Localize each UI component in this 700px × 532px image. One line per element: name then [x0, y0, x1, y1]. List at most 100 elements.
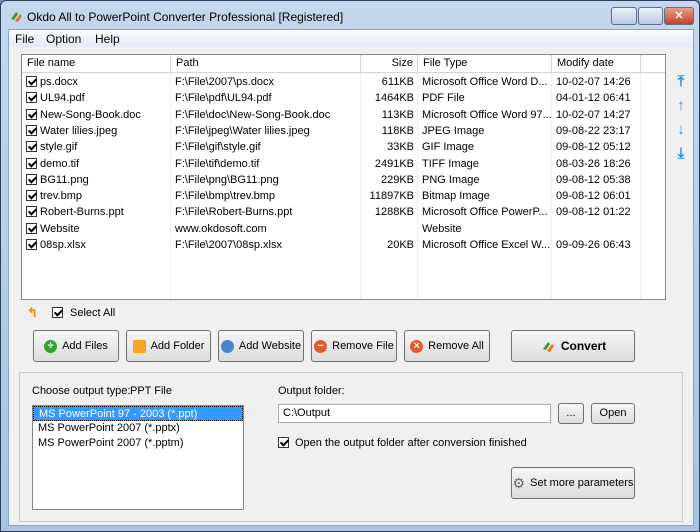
row-checkbox[interactable]	[26, 173, 37, 185]
output-type-option[interactable]: MS PowerPoint 2007 (*.pptx)	[33, 421, 243, 436]
cell-file-name[interactable]: Website	[22, 221, 171, 237]
table-row[interactable]: Website www.okdosoft.com Website	[22, 221, 665, 237]
remove-all-button[interactable]: × Remove All	[404, 330, 490, 362]
cell-path: F:\File\gif\style.gif	[175, 141, 261, 154]
menu-option[interactable]: Option	[46, 32, 81, 46]
add-files-button[interactable]: + Add Files	[33, 330, 119, 362]
cell-size: 229KB	[380, 173, 414, 186]
cell-size: 611KB	[381, 76, 414, 88]
cell-file-name[interactable]: trev.bmp	[22, 188, 171, 204]
output-type-option[interactable]: MS PowerPoint 2007 (*.pptm)	[33, 436, 243, 451]
move-up-icon[interactable]: ↑	[675, 98, 687, 114]
row-checkbox[interactable]	[26, 108, 37, 120]
cell-file-name[interactable]: style.gif	[22, 139, 171, 155]
row-checkbox[interactable]	[26, 206, 37, 218]
gear-icon: ⚙	[512, 474, 526, 491]
table-row[interactable]: 08sp.xlsx F:\File\2007\08sp.xlsx 20KB Micro…	[22, 237, 665, 253]
cell-file-name[interactable]: New-Song-Book.doc	[22, 107, 171, 123]
move-top-icon[interactable]: ⤒	[675, 74, 687, 90]
output-type-value: PPT File	[130, 385, 172, 397]
cell-file-name[interactable]: BG11.png	[22, 172, 171, 188]
cell-file-name[interactable]: Water lilies.jpeg	[22, 123, 171, 139]
row-checkbox[interactable]	[26, 190, 37, 202]
col-modify-date[interactable]: Modify date	[552, 55, 641, 73]
remove-file-button[interactable]: − Remove File	[311, 330, 397, 362]
file-table[interactable]: File name Path Size File Type Modify dat…	[21, 54, 666, 300]
table-row[interactable]: trev.bmp F:\File\bmp\trev.bmp 11897KB Bitma…	[22, 188, 665, 204]
cell-size: 11897KB	[369, 190, 414, 203]
browse-button[interactable]: ...	[558, 403, 584, 424]
cell-file-name[interactable]: ps.docx	[22, 74, 171, 90]
cell-size: 2491KB	[374, 157, 414, 170]
cell-size: 1464KB	[374, 92, 414, 105]
cell-modify-date: 09-08-22 23:17	[556, 124, 631, 137]
cell-file-type: PDF File	[422, 92, 465, 105]
window-title: Okdo All to PowerPoint Converter Profess…	[27, 10, 344, 24]
up-level-icon[interactable]: ↰	[27, 305, 38, 321]
plus-icon: +	[44, 339, 58, 353]
row-checkbox[interactable]	[26, 222, 37, 234]
minus-icon: −	[314, 339, 328, 353]
cell-path: F:\File\2007\ps.docx	[175, 76, 275, 88]
table-row[interactable]: New-Song-Book.doc F:\File\doc\New-Song-Bo…	[22, 107, 665, 123]
app-logo-icon	[11, 12, 22, 22]
menu-help[interactable]: Help	[95, 32, 120, 46]
open-after-checkbox[interactable]: Open the output folder after conversion …	[278, 437, 527, 449]
add-website-button[interactable]: Add Website	[218, 330, 304, 362]
cell-size: 118KB	[381, 124, 414, 137]
open-button[interactable]: Open	[591, 403, 635, 424]
cell-path: F:\File\Robert-Burns.ppt	[175, 206, 293, 219]
row-checkbox[interactable]	[26, 141, 37, 153]
cell-file-name[interactable]: UL94.pdf	[22, 90, 171, 106]
table-row[interactable]: demo.tif F:\File\tif\demo.tif 2491KB TIFF I…	[22, 156, 665, 172]
set-more-parameters-button[interactable]: ⚙ Set more parameters	[511, 467, 635, 499]
row-checkbox[interactable]	[26, 239, 37, 250]
convert-button[interactable]: Convert	[511, 330, 635, 362]
move-bottom-icon[interactable]: ⤓	[675, 146, 687, 162]
cell-size: 1288KB	[374, 206, 414, 219]
row-checkbox[interactable]	[26, 124, 37, 136]
row-checkbox[interactable]	[26, 92, 37, 104]
table-row[interactable]: style.gif F:\File\gif\style.gif 33KB GIF Im…	[22, 139, 665, 155]
output-type-list[interactable]: MS PowerPoint 97 - 2003 (*.ppt) MS Power…	[32, 405, 244, 510]
table-row[interactable]: UL94.pdf F:\File\pdf\UL94.pdf 1464KB PDF Fi…	[22, 90, 665, 106]
table-row[interactable]: Water lilies.jpeg F:\File\jpeg\Water lili…	[22, 123, 665, 139]
output-type-option[interactable]: MS PowerPoint 97 - 2003 (*.ppt)	[33, 406, 243, 421]
maximize-button[interactable]	[638, 7, 663, 25]
output-type-label: Choose output type:	[32, 385, 131, 397]
col-path[interactable]: Path	[171, 55, 361, 73]
cell-file-type: JPEG Image	[422, 124, 485, 137]
cell-size: 33KB	[387, 141, 414, 154]
menu-bar: File Option Help	[9, 30, 693, 47]
col-size[interactable]: Size	[361, 55, 418, 73]
cell-file-type: GIF Image	[422, 141, 474, 154]
move-down-icon[interactable]: ↓	[675, 122, 687, 138]
add-folder-button[interactable]: Add Folder	[126, 330, 211, 362]
col-file-type[interactable]: File Type	[418, 55, 552, 73]
row-checkbox[interactable]	[26, 76, 37, 87]
cell-modify-date: 09-08-12 05:38	[556, 173, 631, 186]
client-area: File Option Help File name Path Size Fil…	[8, 29, 694, 526]
cell-modify-date: 09-08-12 01:22	[556, 206, 631, 219]
cell-file-type: Microsoft Office Word 97...	[422, 108, 552, 121]
cell-file-name[interactable]: demo.tif	[22, 156, 171, 172]
cell-path: F:\File\png\BG11.png	[175, 173, 279, 186]
row-checkbox[interactable]	[26, 157, 37, 169]
menu-file[interactable]: File	[15, 32, 34, 46]
output-folder-input[interactable]: C:\Output	[278, 404, 551, 423]
col-file-name[interactable]: File name	[22, 55, 171, 73]
table-row[interactable]: Robert-Burns.ppt F:\File\Robert-Burns.ppt…	[22, 204, 665, 220]
cell-file-type: Website	[422, 222, 462, 235]
cell-path: F:\File\jpeg\Water lilies.jpeg	[175, 124, 310, 137]
cell-file-type: PNG Image	[422, 173, 480, 186]
output-panel: Choose output type: PPT File MS PowerPoi…	[19, 372, 683, 522]
cell-file-name[interactable]: 08sp.xlsx	[22, 237, 171, 253]
table-row[interactable]: BG11.png F:\File\png\BG11.png 229KB PNG Ima…	[22, 172, 665, 188]
cell-modify-date: 09-08-12 05:12	[556, 141, 631, 154]
table-row[interactable]: ps.docx F:\File\2007\ps.docx 611KB Microsof…	[22, 74, 665, 90]
select-all-checkbox[interactable]: Select All	[52, 307, 115, 319]
close-button[interactable]: ✕	[664, 7, 694, 25]
cell-modify-date: 10-02-07 14:26	[556, 76, 631, 88]
cell-file-name[interactable]: Robert-Burns.ppt	[22, 204, 171, 220]
minimize-button[interactable]	[611, 7, 637, 25]
